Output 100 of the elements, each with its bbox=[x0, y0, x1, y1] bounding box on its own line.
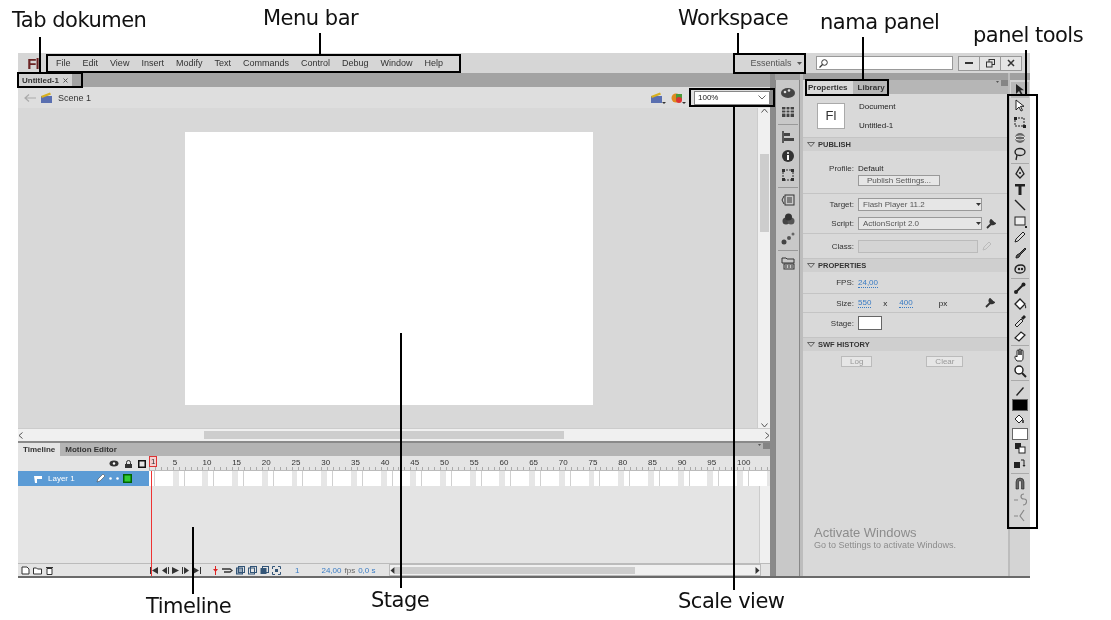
scroll-thumb[interactable] bbox=[204, 431, 564, 439]
scroll-right-icon bbox=[765, 431, 770, 439]
menu-item[interactable]: Control bbox=[294, 58, 336, 68]
subselection-arrow-icon[interactable] bbox=[1013, 99, 1027, 113]
menu-item[interactable]: Insert bbox=[135, 58, 170, 68]
horizontal-scrollbar[interactable] bbox=[18, 428, 770, 441]
sphere-icon[interactable] bbox=[1013, 131, 1027, 145]
hand-icon[interactable] bbox=[1013, 348, 1027, 362]
visibility-dot-icon[interactable] bbox=[109, 477, 112, 480]
menu-item[interactable]: Text bbox=[208, 58, 237, 68]
script-dropdown[interactable]: ActionScript 2.0 bbox=[858, 217, 982, 230]
timeline-tab[interactable]: Timeline bbox=[18, 443, 61, 456]
grid-icon[interactable] bbox=[780, 105, 795, 119]
play-icon[interactable] bbox=[172, 566, 179, 574]
transform-icon[interactable] bbox=[780, 168, 795, 182]
new-layer-icon[interactable] bbox=[21, 565, 30, 575]
scroll-thumb[interactable] bbox=[759, 154, 769, 232]
layer-color-icon[interactable] bbox=[123, 474, 132, 483]
step-back-icon[interactable] bbox=[161, 566, 169, 574]
menu-item[interactable]: File bbox=[50, 58, 77, 68]
frame-number: 80 bbox=[618, 458, 628, 467]
bone-icon[interactable] bbox=[1013, 281, 1027, 295]
swap-colors-icon[interactable] bbox=[1013, 457, 1027, 471]
outline-icon[interactable] bbox=[138, 459, 146, 468]
timeline-hscrollbar[interactable] bbox=[388, 564, 761, 576]
edit-scene-icon[interactable] bbox=[650, 91, 666, 104]
line-tool-icon[interactable] bbox=[1013, 198, 1027, 212]
zoom-dropdown[interactable]: 100% bbox=[694, 90, 770, 105]
search-field[interactable] bbox=[816, 56, 953, 70]
zoom-icon[interactable] bbox=[1013, 364, 1027, 378]
wrench-icon[interactable] bbox=[985, 298, 996, 308]
lock-dot-icon[interactable] bbox=[116, 477, 119, 480]
expand-triangle-icon bbox=[807, 263, 815, 268]
panel-collapse-bar[interactable] bbox=[775, 73, 800, 80]
eyedropper-icon[interactable] bbox=[1013, 313, 1027, 327]
loop-icon[interactable] bbox=[221, 566, 233, 574]
menu-item[interactable]: Commands bbox=[236, 58, 295, 68]
restore-button[interactable] bbox=[979, 55, 1001, 71]
new-folder-icon[interactable] bbox=[33, 565, 42, 575]
default-colors-icon[interactable] bbox=[1013, 441, 1027, 455]
menu-item[interactable]: Edit bbox=[76, 58, 105, 68]
elapsed-time: 0,0 s bbox=[358, 565, 376, 575]
menu-item[interactable]: Modify bbox=[169, 58, 209, 68]
code-snippets-icon[interactable] bbox=[780, 193, 795, 207]
brush-icon[interactable] bbox=[1013, 246, 1027, 260]
minimize-button[interactable] bbox=[958, 55, 980, 71]
menu-item[interactable]: Window bbox=[374, 58, 419, 68]
pencil-icon[interactable] bbox=[1013, 230, 1027, 244]
target-dropdown[interactable]: Flash Player 11.2 bbox=[858, 197, 982, 211]
paint-bucket-icon[interactable] bbox=[1013, 297, 1027, 311]
close-button[interactable] bbox=[1000, 55, 1022, 71]
step-forward-icon[interactable] bbox=[182, 566, 190, 574]
document-icon: Fl bbox=[817, 102, 845, 129]
document-type: Document bbox=[859, 101, 896, 111]
lock-icon[interactable] bbox=[125, 459, 132, 468]
callout-label: Timeline bbox=[146, 594, 232, 618]
text-tool-icon[interactable] bbox=[1013, 182, 1027, 196]
scroll-thumb[interactable] bbox=[394, 566, 635, 574]
lasso-icon[interactable] bbox=[1013, 147, 1027, 161]
trash-icon[interactable] bbox=[45, 565, 54, 575]
stage-color-swatch[interactable] bbox=[858, 316, 882, 330]
fill-bucket-icon[interactable] bbox=[1013, 412, 1027, 426]
deco-icon[interactable] bbox=[1013, 262, 1027, 276]
swatches-icon[interactable] bbox=[780, 86, 795, 100]
eraser-icon[interactable] bbox=[1013, 329, 1027, 343]
edit-symbols-icon[interactable] bbox=[670, 91, 686, 104]
free-transform-icon[interactable] bbox=[1013, 115, 1027, 129]
first-frame-icon[interactable] bbox=[150, 566, 158, 574]
splitter-bar[interactable] bbox=[770, 73, 775, 576]
wrench-icon[interactable] bbox=[986, 218, 996, 229]
menu-item[interactable]: View bbox=[104, 58, 136, 68]
align-icon[interactable] bbox=[780, 130, 795, 144]
info-icon[interactable] bbox=[780, 149, 795, 163]
components-icon[interactable] bbox=[780, 212, 795, 226]
onion-outline-icon[interactable] bbox=[248, 565, 257, 575]
panel-collapse-bar[interactable] bbox=[1010, 73, 1030, 80]
pen-icon[interactable] bbox=[1013, 166, 1027, 180]
caret-icon bbox=[976, 202, 981, 206]
color-swatch[interactable] bbox=[1012, 398, 1028, 411]
rectangle-tool-icon[interactable] bbox=[1013, 214, 1027, 228]
color-swatch[interactable] bbox=[1012, 427, 1028, 440]
last-frame-icon[interactable] bbox=[193, 566, 201, 574]
frame-number: 60 bbox=[499, 458, 509, 467]
publish-settings-button[interactable]: Publish Settings... bbox=[858, 175, 941, 186]
edit-frames-icon[interactable] bbox=[260, 565, 269, 575]
library-icon[interactable] bbox=[780, 256, 795, 270]
magnet-icon[interactable] bbox=[1013, 476, 1027, 490]
menu-item[interactable]: Help bbox=[418, 58, 450, 68]
eye-icon[interactable] bbox=[109, 460, 119, 467]
onion-skin-icon[interactable] bbox=[236, 565, 245, 575]
motion-presets-icon[interactable] bbox=[780, 231, 795, 245]
expand-triangle-icon bbox=[807, 142, 815, 147]
panel-collapse-bar[interactable] bbox=[803, 73, 1008, 80]
menu-item[interactable]: Debug bbox=[335, 58, 375, 68]
vertical-scrollbar[interactable] bbox=[757, 108, 770, 428]
frame-rate[interactable]: 24,00 bbox=[321, 565, 342, 575]
timeline-scrollbar[interactable] bbox=[759, 486, 770, 563]
activation-title: Activate Windows bbox=[814, 525, 918, 540]
center-frame-icon[interactable] bbox=[213, 565, 218, 575]
onion-markers-icon[interactable] bbox=[272, 565, 281, 575]
